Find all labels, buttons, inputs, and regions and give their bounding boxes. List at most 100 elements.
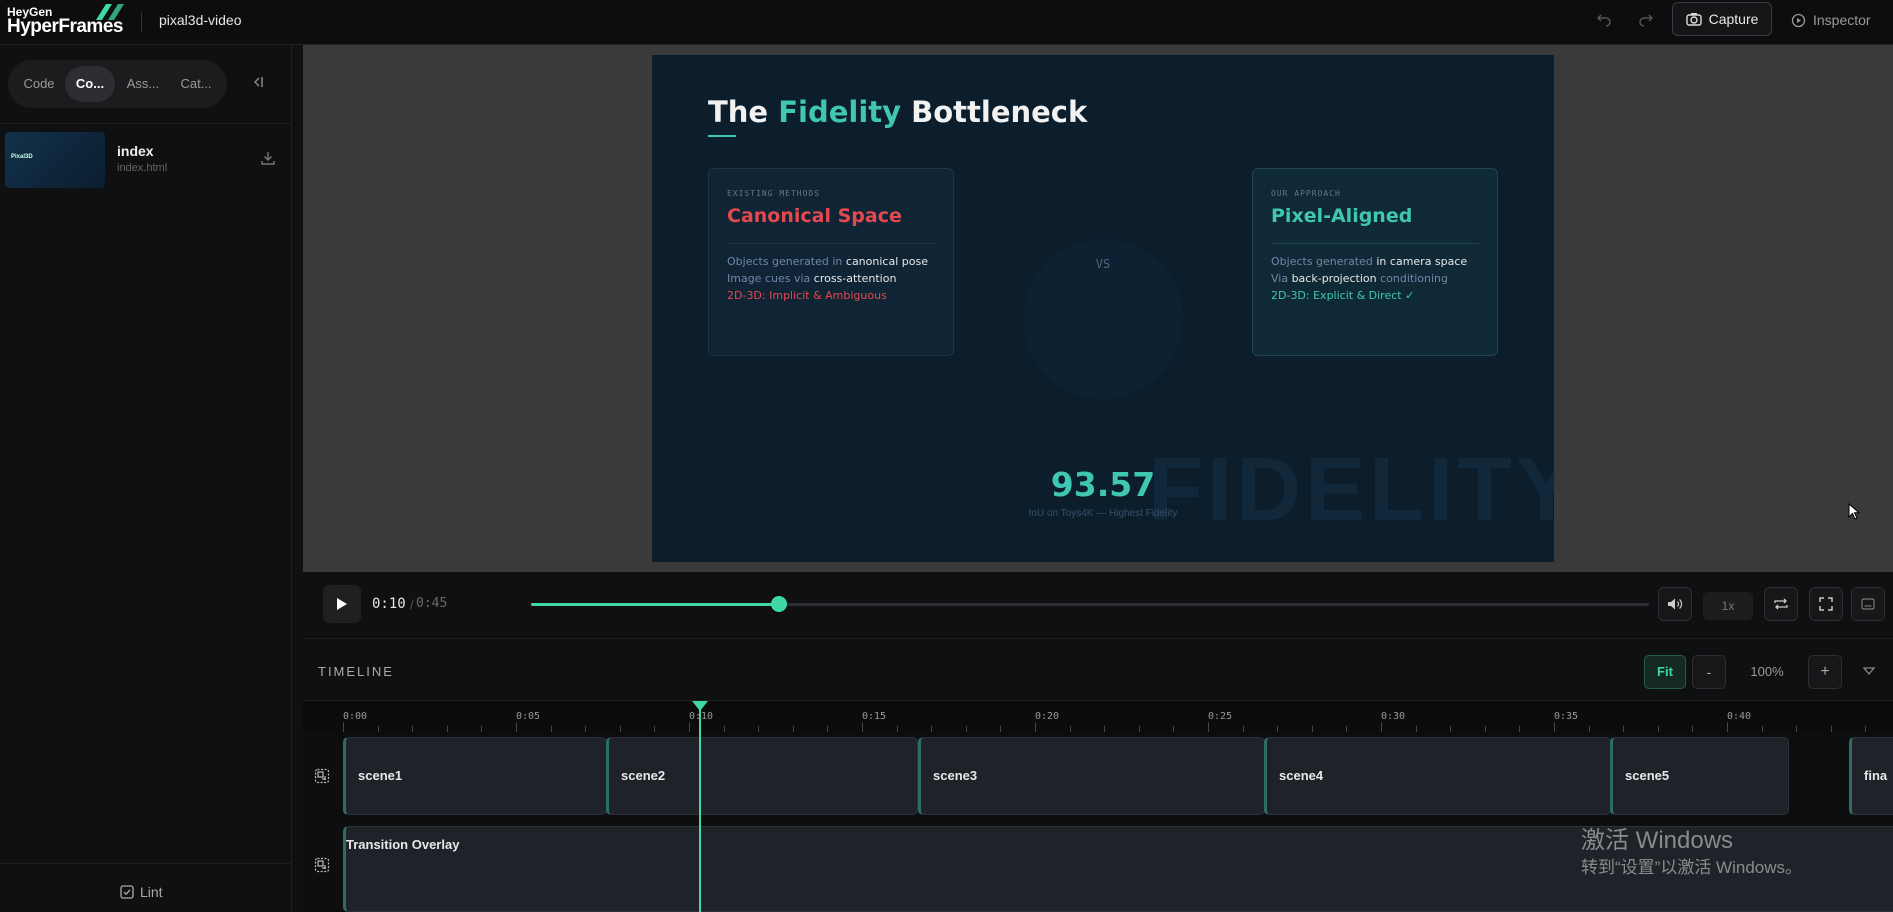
track-layer-icon [314, 857, 330, 873]
inspector-button[interactable]: Inspector [1791, 9, 1871, 31]
ruler-tick [1796, 726, 1797, 732]
loop-button[interactable] [1764, 587, 1798, 621]
playhead[interactable] [699, 708, 701, 912]
scrubber-handle[interactable] [771, 596, 787, 612]
slide-title-post: Bottleneck [901, 95, 1088, 129]
scrubber-progress [531, 603, 779, 606]
ruler-tick-label: 0:35 [1554, 711, 1579, 722]
ruler-tick [1623, 726, 1624, 732]
file-path: index.html [117, 162, 168, 174]
ruler-tick [447, 726, 448, 732]
ruler-tick [1139, 726, 1140, 732]
mouse-cursor-icon [1848, 503, 1861, 520]
scene-clip[interactable]: scene1 [343, 737, 607, 815]
ruler-tick [1277, 726, 1278, 732]
ruler-tick [551, 726, 552, 732]
ruler-tick [412, 726, 413, 732]
track-toggle-button[interactable] [314, 768, 330, 784]
scene-clip[interactable]: scene3 [918, 737, 1265, 815]
metric-caption: IoU on Toys4K — Highest Fidelity [1028, 508, 1178, 519]
ruler-tick [1519, 726, 1520, 732]
collapse-sidebar-button[interactable] [248, 74, 268, 94]
metric-value: 93.57 [1050, 465, 1156, 504]
file-thumbnail-text: Pixal3D [11, 154, 33, 160]
ruler-tick [1692, 726, 1693, 732]
tab-catalog[interactable]: Cat... [171, 66, 221, 102]
ruler-tick [897, 726, 898, 732]
play-icon [337, 598, 347, 610]
captions-icon [1861, 598, 1875, 610]
card-title: Canonical Space [727, 205, 902, 227]
ruler-tick-label: 0:30 [1381, 711, 1406, 722]
card-line: Objects generated in camera space [1271, 255, 1468, 268]
scene-clip[interactable]: scene2 [606, 737, 918, 815]
ruler-tick [481, 726, 482, 732]
download-button[interactable] [260, 150, 278, 168]
ruler-tick-label: 0:05 [516, 711, 541, 722]
fullscreen-icon [1819, 597, 1833, 611]
scene-clip[interactable]: scene4 [1264, 737, 1611, 815]
os-activation-watermark: 激活 Windows [1581, 827, 1734, 854]
sidebar-divider [0, 123, 291, 124]
volume-button[interactable] [1658, 587, 1692, 621]
zoom-level: 100% [1750, 664, 1784, 679]
ruler-tick [966, 726, 967, 732]
ruler-tick [758, 726, 759, 732]
undo-button[interactable] [1594, 11, 1614, 31]
redo-icon [1639, 14, 1654, 27]
ruler-tick [1762, 726, 1763, 732]
tab-code[interactable]: Code [14, 66, 64, 102]
ruler-tick [724, 726, 725, 732]
ruler-tick [654, 726, 655, 732]
fullscreen-button[interactable] [1809, 587, 1843, 621]
tab-compositions[interactable]: Co... [65, 66, 115, 102]
ruler-tick [1312, 726, 1313, 732]
play-button[interactable] [323, 585, 361, 623]
ruler-tick [1831, 726, 1832, 732]
top-divider [141, 12, 142, 32]
capture-button[interactable]: Capture [1672, 2, 1772, 36]
ruler-tick-label: 0:00 [343, 711, 368, 722]
ruler-tick [689, 722, 690, 732]
redo-button[interactable] [1636, 11, 1656, 31]
inspector-icon [1791, 13, 1806, 27]
fit-button[interactable]: Fit [1644, 655, 1686, 689]
ruler-tick-label: 0:10 [689, 711, 714, 722]
undo-icon [1596, 14, 1611, 27]
download-icon [261, 152, 275, 165]
ruler-tick [1346, 726, 1347, 732]
ruler-tick [827, 726, 828, 732]
timeline-ruler[interactable] [303, 700, 1893, 734]
zoom-in-button[interactable]: + [1808, 655, 1842, 689]
our-approach-card: OUR APPROACH Pixel-Aligned Objects gener… [1252, 168, 1498, 356]
capture-label: Capture [1708, 11, 1759, 27]
ruler-tick [378, 726, 379, 732]
ruler-tick-label: 0:15 [862, 711, 887, 722]
zoom-out-button[interactable]: - [1692, 655, 1726, 689]
ruler-tick [620, 726, 621, 732]
captions-button[interactable] [1851, 587, 1885, 621]
track-toggle-button[interactable] [314, 857, 330, 873]
playback-speed-button[interactable]: 1x [1703, 592, 1753, 620]
ruler-tick [343, 722, 344, 732]
file-thumbnail[interactable]: Pixal3D [5, 132, 105, 188]
ruler-tick [931, 726, 932, 732]
ruler-tick [1035, 722, 1036, 732]
ruler-tick [1000, 726, 1001, 732]
ruler-tick [1658, 726, 1659, 732]
inspector-label: Inspector [1813, 12, 1871, 28]
slide-preview[interactable]: FIDELITY The Fidelity Bottleneck EXISTIN… [652, 55, 1554, 562]
lint-button[interactable]: Lint [120, 882, 163, 902]
timeline-menu-button[interactable] [1862, 664, 1876, 678]
project-name: pixal3d-video [159, 12, 242, 28]
ruler-tick-label: 0:40 [1727, 711, 1752, 722]
scene-clip[interactable]: fina [1849, 737, 1893, 815]
hyperframes-logo-icon [96, 4, 124, 20]
ruler-tick [1727, 722, 1728, 732]
card-line: Image cues via cross-attention [727, 272, 897, 285]
ruler-tick [516, 722, 517, 732]
ruler-tick [1173, 726, 1174, 732]
scene-clip[interactable]: scene5 [1610, 737, 1789, 815]
tab-assets[interactable]: Ass... [118, 66, 168, 102]
file-name[interactable]: index [117, 143, 154, 159]
